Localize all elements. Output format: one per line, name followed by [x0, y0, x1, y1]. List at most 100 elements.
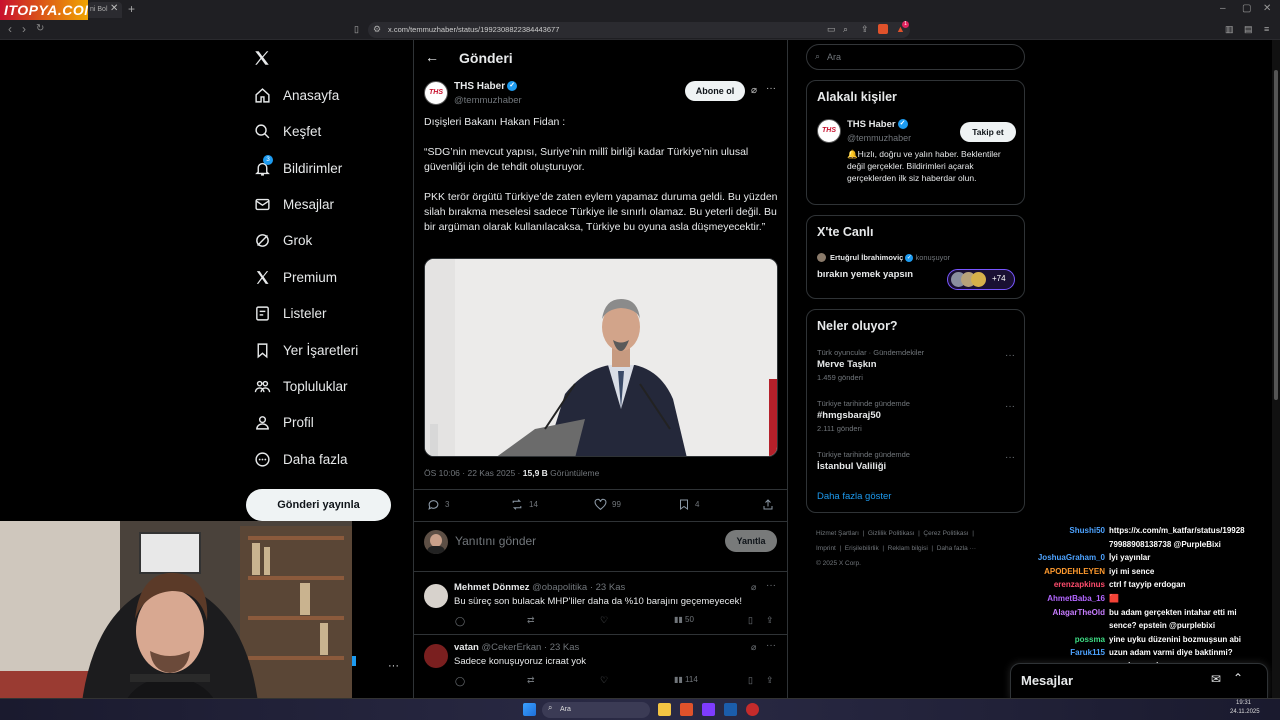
brave-browser-icon[interactable] [680, 703, 693, 716]
author-name[interactable]: THS Haber [454, 81, 505, 92]
reply-handle[interactable]: @CekerErkan [481, 642, 541, 653]
sidebar-toggle-icon[interactable]: ▥ [1225, 24, 1235, 34]
related-avatar[interactable]: THS [817, 119, 841, 143]
repost-icon[interactable]: ⇄ [527, 675, 535, 686]
share-icon[interactable]: ⇪ [766, 615, 774, 626]
tab-close-icon[interactable]: ✕ [110, 3, 118, 14]
more-icon[interactable]: ··· [766, 83, 776, 94]
nav-item-mesajlar[interactable]: Mesajlar [254, 191, 334, 217]
obs-icon[interactable] [746, 703, 759, 716]
reply-icon[interactable]: ◯ [455, 676, 465, 687]
back-arrow-icon[interactable]: ← [425, 49, 439, 65]
author-handle[interactable]: @temmuzhaber [454, 95, 522, 106]
discord-icon[interactable] [702, 703, 715, 716]
wallet-icon[interactable]: ▤ [1244, 24, 1254, 34]
x-logo[interactable] [253, 49, 271, 72]
new-tab-icon[interactable]: + [128, 2, 135, 16]
share-action[interactable] [762, 498, 779, 511]
like-action[interactable]: 99 [594, 498, 621, 511]
menu-icon[interactable]: ≡ [1264, 24, 1274, 34]
views-stat[interactable]: ▮▮ 114 [674, 675, 698, 684]
chat-username[interactable]: AhmetBaba_16 [1020, 594, 1105, 604]
user-avatar[interactable] [424, 530, 448, 554]
heart-icon[interactable]: ♡ [600, 675, 608, 686]
heart-icon[interactable]: ♡ [600, 615, 608, 626]
reply-action[interactable]: 3 [427, 498, 449, 511]
related-handle[interactable]: @temmuzhaber [847, 133, 911, 143]
trend-item[interactable]: Türkiye tarihinde gündemde İstanbul Vali… [817, 450, 1017, 472]
grok-icon[interactable]: ⌀ [751, 642, 756, 653]
footer-link[interactable]: Daha fazla ··· [937, 545, 976, 552]
tweet-photo[interactable] [424, 258, 778, 457]
footer-link[interactable]: Erişilebilirlik [845, 545, 879, 552]
search-input[interactable]: Ara [806, 44, 1025, 70]
more-icon[interactable]: ··· [1005, 452, 1015, 463]
minimize-icon[interactable]: – [1220, 3, 1226, 14]
taskbar-search[interactable]: Ara [542, 702, 650, 718]
more-icon[interactable]: ··· [1005, 401, 1015, 412]
footer-link[interactable]: Hizmet Şartları [816, 530, 859, 537]
grok-icon[interactable]: ⌀ [751, 582, 756, 593]
reply-tweet[interactable]: Mehmet Dönmez @obapolitika · 23 Kas ⌀ ··· B… [414, 578, 787, 638]
more-icon[interactable]: ··· [766, 580, 776, 591]
reply-icon[interactable]: ◯ [455, 616, 465, 627]
reply-author[interactable]: vatan [454, 642, 479, 653]
reload-icon[interactable]: ↻ [36, 23, 44, 34]
post-button[interactable]: Gönderi yayınla [246, 489, 391, 521]
bookmark-page-icon[interactable]: ▯ [354, 24, 364, 34]
chat-username[interactable]: possma [1020, 635, 1105, 645]
maximize-icon[interactable]: ▢ [1242, 3, 1251, 14]
repost-icon[interactable]: ⇄ [527, 615, 535, 626]
reply-avatar[interactable] [424, 584, 448, 608]
reply-input[interactable]: Yanıtını gönder [455, 534, 536, 548]
footer-link[interactable]: Çerez Politikası [923, 530, 968, 537]
new-message-icon[interactable]: ✉ [1211, 672, 1221, 686]
tweet-time[interactable]: ÖS 10:06 · 22 Kas 2025 · [424, 468, 523, 478]
footer-link[interactable]: Gizlilik Politikası [868, 530, 915, 537]
more-icon[interactable]: ··· [766, 640, 776, 651]
nav-item-anasayfa[interactable]: Anasayfa [254, 82, 339, 108]
forward-icon[interactable]: › [22, 22, 26, 36]
reply-avatar[interactable] [424, 644, 448, 668]
clock-time[interactable]: 19:31 [1236, 700, 1251, 706]
nav-item-bildirimler[interactable]: 3 Bildirimler [254, 155, 342, 181]
scroll-thumb[interactable] [1274, 70, 1278, 400]
related-name[interactable]: THS Haber [847, 119, 896, 130]
views-stat[interactable]: ▮▮ 50 [674, 615, 694, 624]
reply-button[interactable]: Yanıtla [725, 530, 777, 552]
grok-icon[interactable]: ⌀ [751, 85, 757, 96]
window-close-icon[interactable]: ✕ [1263, 3, 1271, 14]
expand-icon[interactable]: ⌃ [1233, 671, 1243, 685]
reply-time[interactable]: · 23 Kas [544, 642, 579, 653]
chat-username[interactable]: Shushi50 [1020, 526, 1105, 536]
more-icon[interactable]: ··· [388, 660, 399, 672]
chat-username[interactable]: Faruk115 [1020, 648, 1105, 658]
site-info-icon[interactable]: ⚙ [373, 24, 383, 34]
nav-item-yer-i-şaretleri[interactable]: Yer İşaretleri [254, 337, 358, 363]
trend-item[interactable]: Türkiye tarihinde gündemde #hmgsbaraj50 … [817, 399, 1017, 433]
chat-username[interactable]: erenzapkinus [1020, 580, 1105, 590]
reply-time[interactable]: · 23 Kas [590, 582, 625, 593]
reply-author[interactable]: Mehmet Dönmez [454, 582, 529, 593]
footer-link[interactable]: Imprint [816, 545, 836, 552]
windows-start-icon[interactable] [523, 703, 536, 716]
cast-icon[interactable]: ▭ [827, 24, 837, 34]
author-avatar[interactable]: THS [424, 81, 448, 105]
show-more-link[interactable]: Daha fazla göster [817, 491, 891, 502]
nav-item-daha-fazla[interactable]: Daha fazla [254, 446, 348, 472]
file-explorer-icon[interactable] [658, 703, 671, 716]
share-icon[interactable]: ⇪ [766, 675, 774, 686]
chat-username[interactable]: AlagarTheOld [1020, 608, 1105, 618]
chat-username[interactable]: APODEHLEYEN [1020, 567, 1105, 577]
listeners-pill[interactable]: +74 [947, 269, 1015, 290]
live-space-title[interactable]: bırakın yemek yapsın [817, 269, 913, 280]
more-icon[interactable]: ··· [1005, 350, 1015, 361]
bookmark-icon[interactable]: ▯ [748, 615, 753, 626]
brave-shield-icon[interactable] [878, 24, 888, 34]
bookmark-action[interactable]: 4 [678, 498, 699, 511]
repost-action[interactable]: 14 [510, 498, 538, 511]
zoom-icon[interactable]: ⌕ [843, 24, 853, 34]
page-scrollbar[interactable] [1272, 40, 1280, 698]
share-icon[interactable]: ⇪ [861, 24, 871, 34]
nav-item-premium[interactable]: Premium [254, 264, 337, 290]
